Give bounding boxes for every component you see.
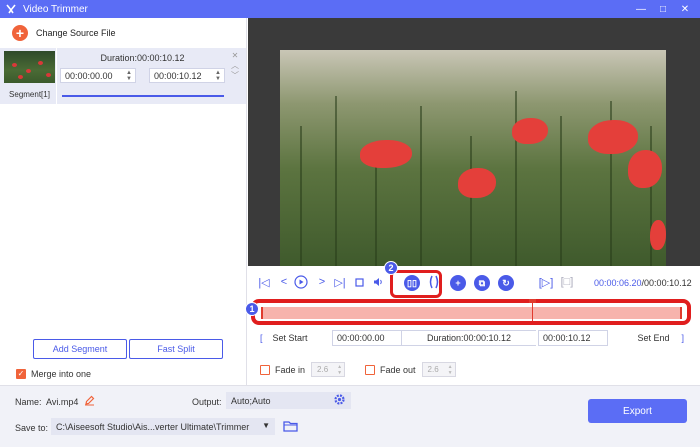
previous-frame-icon[interactable]: <	[276, 274, 292, 290]
go-to-start-icon[interactable]: |◁	[256, 274, 272, 290]
output-format-field[interactable]: Auto;Auto	[226, 392, 351, 409]
output-bar: Name: Avi.mp4 Output: Auto;Auto Save to:…	[0, 385, 700, 447]
step-badge-2: 2	[384, 261, 398, 275]
app-logo-icon	[5, 3, 17, 15]
segment-item[interactable]: Segment[1] Duration:00:00:10.12 00:00:00…	[0, 48, 246, 104]
close-button[interactable]: ✕	[674, 0, 696, 18]
folder-icon[interactable]	[283, 420, 298, 434]
title-bar: Video Trimmer — □ ✕	[0, 0, 700, 18]
current-time: 00:00:06.20	[594, 278, 642, 288]
window-title: Video Trimmer	[23, 3, 88, 15]
output-label: Output:	[192, 397, 222, 407]
stepper-icon[interactable]: ▲ ▼	[448, 364, 453, 376]
bracket-left-icon: [	[260, 333, 263, 343]
chevron-down-icon[interactable]: ﹀	[230, 71, 240, 81]
file-name: Avi.mp4	[46, 397, 79, 407]
preview-panel: |◁ < > ▷| ▯▯ + ⧉ ↻ [▷] [□] 00:00:06.20/0…	[245, 18, 700, 385]
fade-out-field[interactable]: 2.6 ▲ ▼	[421, 362, 456, 377]
fade-in-checkbox[interactable]	[260, 364, 270, 375]
segment-end-field[interactable]: 00:00:10.12 ▲ ▼	[149, 68, 225, 83]
change-source-button[interactable]: + Change Source File	[12, 25, 116, 41]
change-source-label: Change Source File	[36, 28, 116, 38]
trim-controls: [Set Start 00:00:00.00 Duration:00:00:10…	[260, 330, 684, 346]
plus-icon: +	[12, 25, 28, 41]
edit-name-icon[interactable]	[84, 395, 95, 408]
fade-out-control: Fade out 2.6 ▲ ▼	[365, 362, 456, 377]
start-time-field[interactable]: 00:00:00.00	[332, 330, 402, 346]
close-icon[interactable]: ✕	[230, 51, 240, 61]
trim-timeline[interactable]	[261, 307, 682, 319]
set-start-button[interactable]: [Set Start	[260, 330, 330, 346]
segment-start-field[interactable]: 00:00:00.00 ▲ ▼	[60, 68, 136, 83]
save-to-label: Save to:	[15, 423, 49, 433]
stepper-icon[interactable]: ▲ ▼	[215, 70, 221, 82]
time-readout: 00:00:06.20/00:00:10.12	[594, 278, 692, 288]
video-preview[interactable]	[280, 50, 666, 266]
set-end-button[interactable]: Set End]	[612, 330, 684, 346]
dropdown-arrow-icon[interactable]: ▼	[262, 421, 270, 430]
name-label: Name:	[15, 397, 42, 407]
highlight-box-2	[390, 270, 442, 298]
fast-split-button[interactable]: Fast Split	[129, 339, 223, 359]
play-segment-icon[interactable]: [▷]	[538, 274, 554, 290]
segment-duration: Duration:00:00:10.12	[100, 53, 185, 63]
playhead[interactable]	[532, 301, 533, 321]
merge-label: Merge into one	[31, 369, 92, 379]
fade-out-label: Fade out	[380, 364, 416, 375]
save-path-select[interactable]: C:\Aiseesoft Studio\Ais...verter Ultimat…	[51, 418, 275, 435]
gear-icon[interactable]	[333, 393, 346, 408]
maximize-button[interactable]: □	[652, 0, 674, 18]
stepper-icon[interactable]: ▲ ▼	[337, 364, 342, 376]
end-time-field[interactable]: 00:00:10.12	[538, 330, 608, 346]
add-segment-button[interactable]: Add Segment	[33, 339, 127, 359]
stop-icon[interactable]	[351, 274, 367, 290]
video-area	[248, 18, 700, 266]
total-time: /00:00:10.12	[641, 278, 692, 288]
trim-duration: Duration:00:00:10.12	[402, 330, 536, 346]
reset-icon[interactable]: ↻	[498, 275, 514, 291]
bracket-right-icon: ]	[681, 333, 684, 343]
step-badge-1: 1	[245, 302, 259, 316]
minimize-button[interactable]: —	[630, 0, 652, 18]
fade-in-field[interactable]: 2.6 ▲ ▼	[311, 362, 346, 377]
loop-segment-icon[interactable]: [□]	[559, 274, 575, 290]
fade-in-control: Fade in 2.6 ▲ ▼	[260, 362, 346, 377]
add-icon[interactable]: +	[450, 275, 466, 291]
chevron-up-icon[interactable]: ︿	[230, 61, 240, 71]
fade-out-checkbox[interactable]	[365, 364, 375, 375]
next-frame-icon[interactable]: >	[314, 274, 330, 290]
segment-label: Segment[1]	[9, 90, 50, 99]
play-icon[interactable]	[293, 274, 309, 290]
export-button[interactable]: Export	[588, 399, 687, 423]
segment-panel: + Change Source File Segment[1] Duration…	[0, 18, 247, 385]
copy-icon[interactable]: ⧉	[474, 275, 490, 291]
segment-thumbnail	[4, 51, 55, 83]
merge-checkbox[interactable]: ✓ Merge into one	[16, 369, 91, 379]
fade-in-label: Fade in	[275, 364, 306, 375]
volume-icon[interactable]	[370, 274, 386, 290]
stepper-icon[interactable]: ▲ ▼	[126, 70, 132, 82]
checkmark-icon: ✓	[16, 369, 26, 379]
go-to-end-icon[interactable]: ▷|	[332, 274, 348, 290]
segment-progress-bar	[62, 95, 224, 97]
